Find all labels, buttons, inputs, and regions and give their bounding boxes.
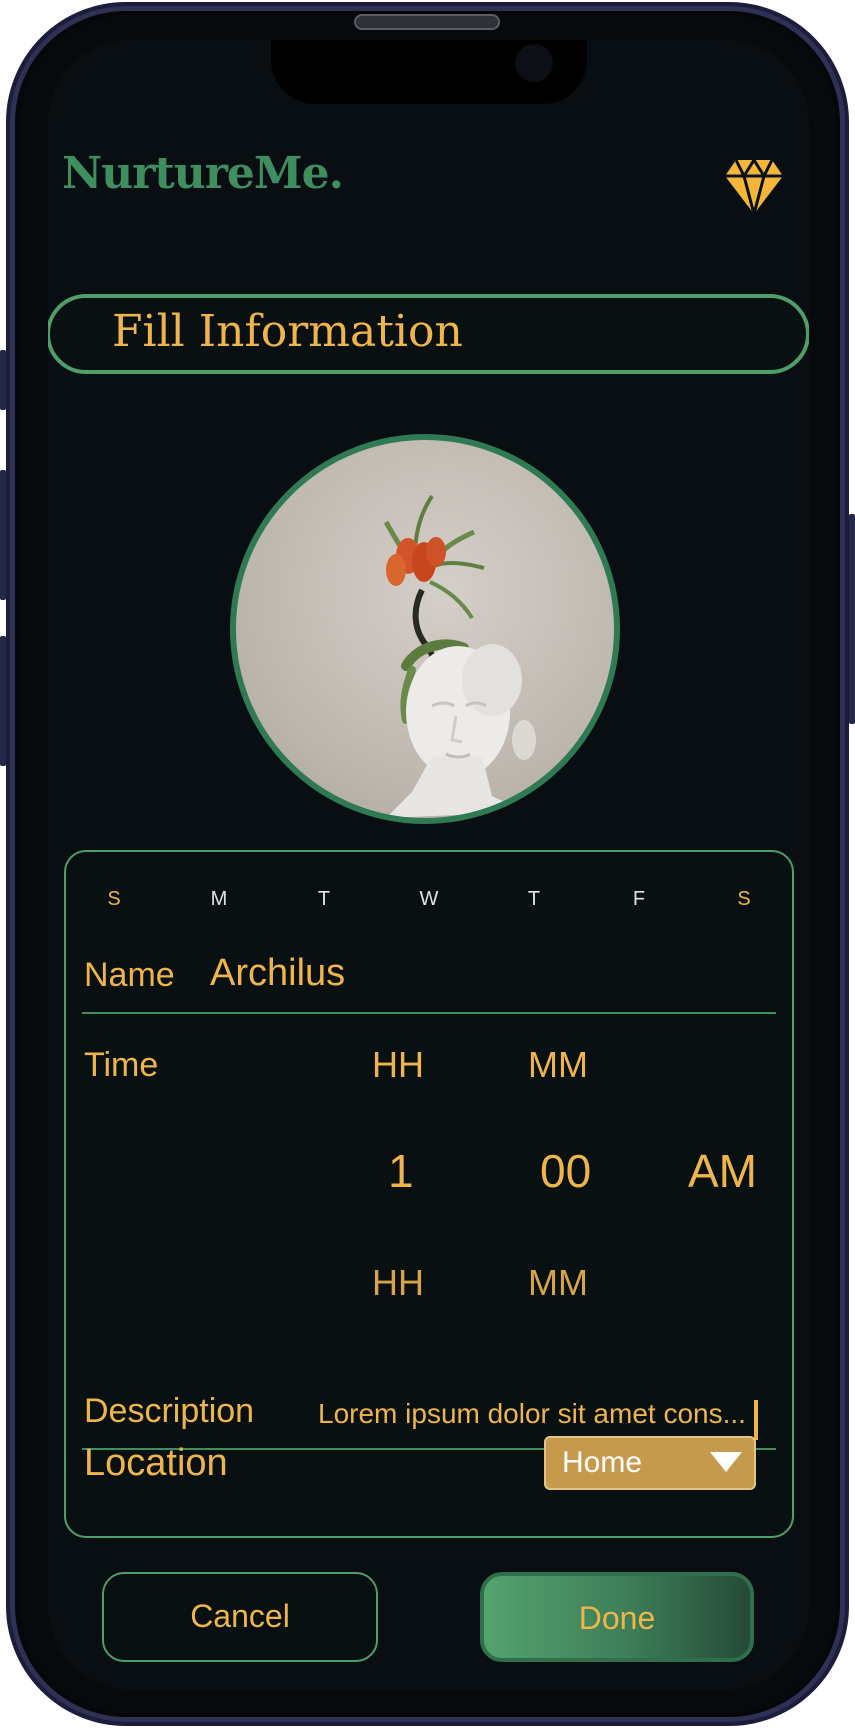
day-tuesday[interactable]: T <box>304 888 344 911</box>
location-dropdown[interactable]: Home <box>544 1436 756 1490</box>
time-label: Time <box>84 1046 159 1084</box>
cancel-button[interactable]: Cancel <box>102 1572 378 1662</box>
phone-screen: NurtureMe. Fill Information S M T W T F … <box>48 40 809 1690</box>
location-label: Location <box>84 1442 228 1484</box>
name-underline <box>82 1012 776 1014</box>
diamond-icon[interactable] <box>724 158 784 216</box>
period-picker[interactable]: AM <box>688 1144 757 1198</box>
profile-photo[interactable] <box>230 434 620 824</box>
day-friday[interactable]: F <box>619 888 659 911</box>
name-label: Name <box>84 956 175 994</box>
minute-header: MM <box>528 1044 588 1085</box>
power-button <box>849 514 855 724</box>
bust-illustration <box>383 494 536 818</box>
description-input[interactable]: Lorem ipsum dolor sit amet cons... <box>318 1398 746 1430</box>
minute-picker[interactable]: 00 <box>540 1144 591 1198</box>
location-selected: Home <box>562 1446 643 1479</box>
name-input[interactable]: Archilus <box>210 952 345 995</box>
hour-footer: HH <box>372 1262 424 1303</box>
text-cursor <box>754 1400 758 1440</box>
minute-footer: MM <box>528 1262 588 1303</box>
done-button[interactable]: Done <box>480 1572 754 1662</box>
info-form-card: S M T W T F S Name Archilus Time HH MM 1… <box>64 850 794 1538</box>
title-bar: Fill Information <box>48 294 809 374</box>
notch <box>271 40 587 104</box>
chevron-down-icon <box>710 1452 742 1472</box>
day-saturday[interactable]: S <box>724 888 764 911</box>
description-label: Description <box>84 1392 255 1430</box>
app-logo: NurtureMe. <box>62 148 344 199</box>
day-thursday[interactable]: T <box>514 888 554 911</box>
speaker-grille <box>354 14 500 30</box>
day-wednesday[interactable]: W <box>409 888 449 911</box>
day-monday[interactable]: M <box>199 888 239 911</box>
day-sunday[interactable]: S <box>94 888 134 911</box>
hour-header: HH <box>372 1044 424 1085</box>
page-title: Fill Information <box>112 306 463 357</box>
camera-icon <box>515 44 553 82</box>
hour-picker[interactable]: 1 <box>388 1144 414 1198</box>
